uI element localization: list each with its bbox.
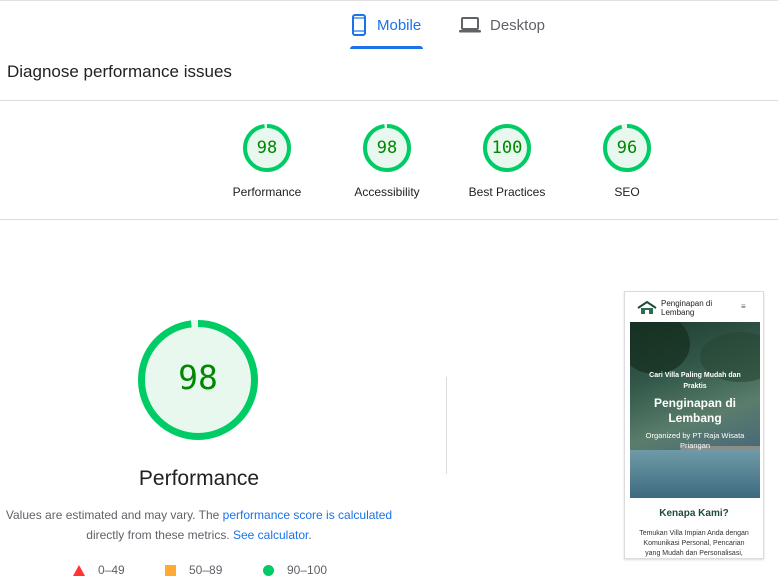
divider	[0, 219, 778, 220]
house-logo-icon	[637, 300, 657, 320]
smartphone-icon	[350, 14, 368, 36]
legend-range: 0–49	[98, 563, 125, 577]
hero-title-line: Penginapan di	[653, 396, 736, 410]
note-text: .	[308, 528, 312, 542]
hero-org-line: Priangan	[679, 441, 711, 450]
note-text: directly from these metrics.	[86, 528, 233, 542]
site-heading: Kenapa Kami?	[659, 508, 729, 519]
pass-circle-icon	[263, 564, 274, 576]
category-gauge-performance[interactable]: 98 Performance	[217, 124, 317, 199]
hero-tagline-line: Cari Villa Paling Mudah dan	[649, 372, 741, 379]
hero-image: Cari Villa Paling Mudah dan Praktis Peng…	[630, 322, 760, 498]
site-brand: Penginapan di Lembang	[661, 299, 712, 317]
para-line: yang Mudah dan Personalisasi,	[645, 550, 743, 557]
performance-gauge: 98	[138, 320, 258, 440]
see-calculator-link[interactable]: See calculator	[233, 528, 308, 542]
performance-score-link[interactable]: performance score is calculated	[223, 508, 392, 522]
score-value: 100	[491, 138, 523, 158]
active-tab-indicator	[350, 46, 423, 49]
vertical-divider	[446, 377, 447, 474]
score-value: 98	[256, 138, 278, 158]
tab-mobile[interactable]: Mobile	[350, 1, 423, 49]
hero-tagline-line: Praktis	[683, 383, 707, 390]
note-text: Values are estimated and may vary. The	[5, 508, 223, 522]
laptop-icon	[459, 16, 481, 34]
hero-title-line: Lembang	[668, 411, 722, 425]
category-label: Best Practices	[468, 185, 546, 199]
performance-score: 98	[178, 358, 218, 397]
average-square-icon	[165, 564, 176, 576]
para-line: Komunikasi Personal, Pencarian	[643, 540, 745, 547]
score-ring: 98	[363, 124, 411, 172]
hamburger-menu-icon: ≡	[741, 302, 746, 311]
divider	[0, 100, 778, 101]
score-ring: 96	[603, 124, 651, 172]
category-label: SEO	[614, 185, 640, 199]
tab-desktop-label: Desktop	[490, 16, 546, 34]
category-gauge-accessibility[interactable]: 98 Accessibility	[337, 124, 437, 199]
legend-range: 50–89	[189, 563, 223, 577]
score-value: 96	[616, 138, 638, 158]
device-tabs: Mobile Desktop	[0, 0, 778, 49]
hero-organizer: Organized by PT Raja Wisata Priangan	[630, 431, 760, 451]
category-gauge-seo[interactable]: 96 SEO	[577, 124, 677, 199]
hero-title: Penginapan di Lembang	[630, 396, 760, 426]
score-ring: 98	[243, 124, 291, 172]
tab-desktop[interactable]: Desktop	[459, 1, 545, 49]
hero-org-line: Organized by PT Raja Wisata	[645, 431, 745, 440]
category-label: Performance	[232, 185, 302, 199]
metrics-note: Values are estimated and may vary. The p…	[0, 505, 398, 545]
para-line: Temukan Villa Impian Anda dengan	[639, 530, 749, 537]
performance-title: Performance	[138, 467, 260, 490]
legend-item-pass: 90–100	[263, 563, 327, 577]
site-paragraph: Temukan Villa Impian Anda dengan Komunik…	[633, 529, 755, 558]
page-screenshot-thumbnail[interactable]: Penginapan di Lembang ≡ Cari Villa Palin…	[624, 291, 764, 559]
section-title: Diagnose performance issues	[7, 62, 232, 81]
tab-mobile-label: Mobile	[377, 16, 422, 34]
score-value: 98	[376, 138, 398, 158]
hero-tagline: Cari Villa Paling Mudah dan Praktis	[630, 370, 760, 392]
site-header: Penginapan di Lembang ≡	[625, 292, 763, 322]
brand-line: Lembang	[661, 308, 695, 317]
legend-item-fail: 0–49	[73, 563, 125, 577]
fail-triangle-icon	[73, 564, 85, 576]
score-ring: 100	[483, 124, 531, 172]
legend-range: 90–100	[287, 563, 328, 577]
category-gauge-best-practices[interactable]: 100 Best Practices	[457, 124, 557, 199]
category-label: Accessibility	[354, 185, 420, 199]
brand-line: Penginapan di	[661, 299, 713, 308]
legend-item-average: 50–89	[165, 563, 222, 577]
